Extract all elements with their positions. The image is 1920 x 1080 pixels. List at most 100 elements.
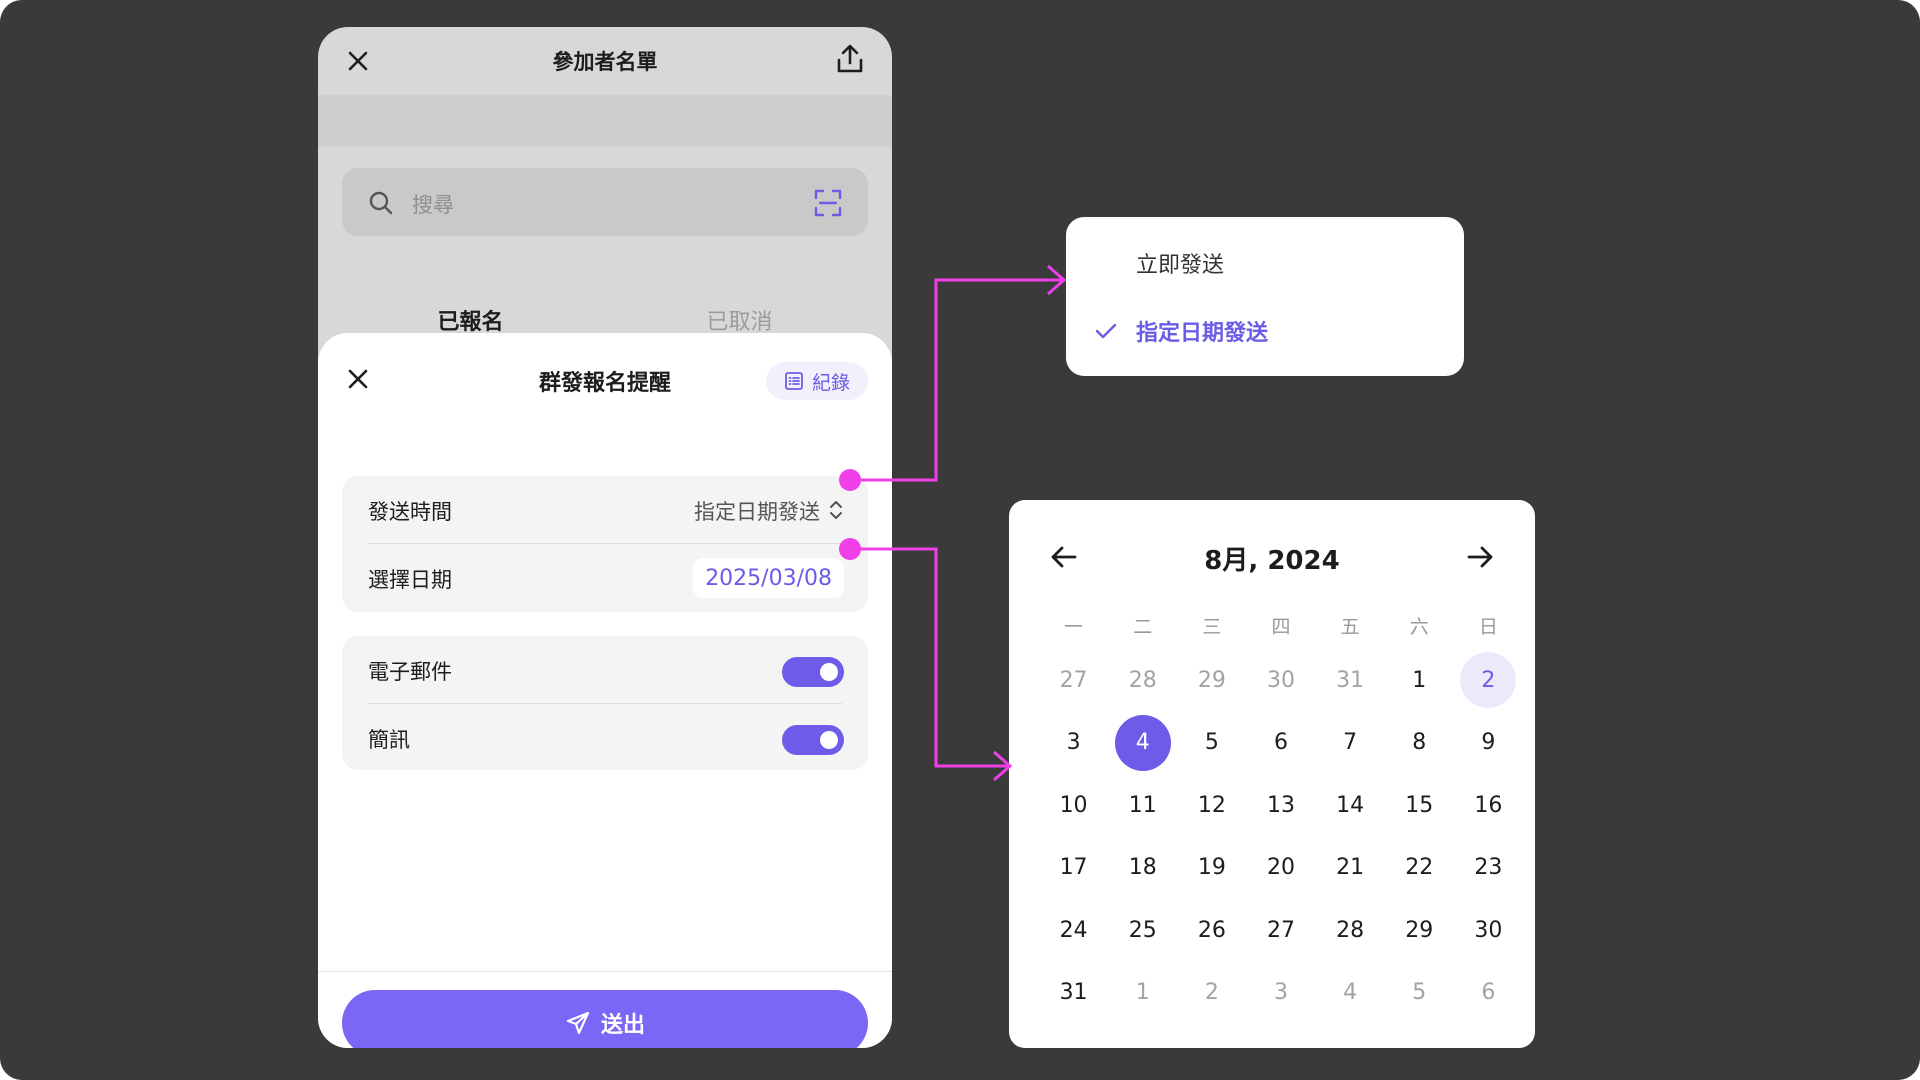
day-cell[interactable]: 28 bbox=[1322, 902, 1378, 958]
send-time-label: 發送時間 bbox=[368, 500, 452, 524]
scan-icon[interactable] bbox=[814, 189, 842, 217]
day-cell[interactable]: 21 bbox=[1322, 840, 1378, 896]
day-cell[interactable]: 14 bbox=[1322, 777, 1378, 833]
day-cell[interactable]: 27 bbox=[1253, 902, 1309, 958]
tab-cancelled[interactable]: 已取消 bbox=[611, 304, 868, 336]
day-cell[interactable]: 3 bbox=[1253, 965, 1309, 1021]
records-button[interactable]: 紀錄 bbox=[766, 362, 868, 400]
day-cell[interactable]: 5 bbox=[1184, 715, 1240, 771]
search-input[interactable]: 搜尋 bbox=[342, 168, 868, 236]
day-cell[interactable]: 25 bbox=[1115, 902, 1171, 958]
day-cell[interactable]: 24 bbox=[1046, 902, 1102, 958]
day-cell[interactable]: 1 bbox=[1391, 652, 1447, 708]
day-cell[interactable]: 31 bbox=[1046, 965, 1102, 1021]
send-time-row[interactable]: 發送時間 指定日期發送 bbox=[342, 476, 868, 544]
option-scheduled[interactable]: 指定日期發送 bbox=[1066, 301, 1464, 361]
day-cell[interactable]: 17 bbox=[1046, 840, 1102, 896]
day-cell[interactable]: 29 bbox=[1184, 652, 1240, 708]
calendar-header: 8月, 2024 bbox=[1009, 528, 1535, 584]
option-label: 指定日期發送 bbox=[1136, 321, 1269, 346]
day-cell[interactable]: 31 bbox=[1322, 652, 1378, 708]
share-icon[interactable] bbox=[832, 41, 868, 77]
day-cell[interactable]: 28 bbox=[1115, 652, 1171, 708]
weekday-label: 三 bbox=[1202, 616, 1222, 638]
day-cell[interactable]: 18 bbox=[1115, 840, 1171, 896]
weekday-label: 日 bbox=[1478, 616, 1498, 638]
day-cell[interactable]: 2 bbox=[1184, 965, 1240, 1021]
records-label: 紀錄 bbox=[811, 371, 850, 394]
day-cell[interactable]: 15 bbox=[1391, 777, 1447, 833]
day-cell[interactable]: 6 bbox=[1253, 715, 1309, 771]
month-title: 8月, 2024 bbox=[1204, 546, 1340, 576]
weekday-label: 四 bbox=[1271, 616, 1291, 638]
day-cell-selected[interactable]: 4 bbox=[1114, 714, 1171, 771]
option-label: 立即發送 bbox=[1136, 253, 1225, 278]
day-cell[interactable]: 5 bbox=[1391, 965, 1447, 1021]
canvas: 參加者名單 搜尋 已報名 已取消 群發報名提醒 紀錄 發送時間 指定日期發送 選… bbox=[0, 0, 1920, 1080]
day-cell[interactable]: 11 bbox=[1115, 777, 1171, 833]
day-cell[interactable]: 4 bbox=[1322, 965, 1378, 1021]
sheet-header: 群發報名提醒 紀錄 bbox=[318, 333, 892, 439]
email-row: 電子郵件 bbox=[342, 636, 868, 704]
day-cell[interactable]: 8 bbox=[1391, 715, 1447, 771]
tab-registered[interactable]: 已報名 bbox=[342, 304, 599, 336]
schedule-group: 發送時間 指定日期發送 選擇日期 2025/03/08 bbox=[342, 476, 868, 612]
select-date-label: 選擇日期 bbox=[368, 568, 452, 592]
search-placeholder: 搜尋 bbox=[412, 193, 454, 217]
sms-label: 簡訊 bbox=[368, 728, 410, 752]
bulk-reminder-sheet: 群發報名提醒 紀錄 發送時間 指定日期發送 選擇日期 2025/03/08 電子… bbox=[318, 333, 892, 1048]
list-icon bbox=[785, 372, 803, 390]
day-cell[interactable]: 20 bbox=[1253, 840, 1309, 896]
footer-divider bbox=[318, 971, 892, 972]
day-cell[interactable]: 1 bbox=[1115, 965, 1171, 1021]
weekday-label: 六 bbox=[1409, 616, 1429, 638]
day-cell[interactable]: 3 bbox=[1046, 715, 1102, 771]
arrowhead-dropdown bbox=[1047, 264, 1067, 296]
chevron-updown-icon bbox=[830, 501, 842, 519]
send-time-dropdown: 立即發送 指定日期發送 bbox=[1066, 217, 1464, 376]
day-cell[interactable]: 29 bbox=[1391, 902, 1447, 958]
day-cell[interactable]: 13 bbox=[1253, 777, 1309, 833]
day-cell[interactable]: 10 bbox=[1046, 777, 1102, 833]
day-cell[interactable]: 30 bbox=[1253, 652, 1309, 708]
sms-toggle[interactable] bbox=[782, 725, 844, 755]
close-icon[interactable] bbox=[342, 45, 374, 77]
sms-row: 簡訊 bbox=[342, 704, 868, 772]
weekday-label: 五 bbox=[1340, 616, 1360, 638]
day-cell[interactable]: 19 bbox=[1184, 840, 1240, 896]
email-toggle[interactable] bbox=[782, 657, 844, 687]
page-title: 參加者名單 bbox=[552, 50, 658, 74]
day-cell[interactable]: 12 bbox=[1184, 777, 1240, 833]
check-icon bbox=[1095, 323, 1117, 339]
arrowhead-calendar bbox=[993, 750, 1013, 782]
send-button[interactable]: 送出 bbox=[342, 990, 868, 1048]
day-cell[interactable]: 16 bbox=[1460, 777, 1516, 833]
channel-group: 電子郵件 簡訊 bbox=[342, 636, 868, 770]
send-icon bbox=[566, 1011, 590, 1035]
day-cell-today[interactable]: 2 bbox=[1460, 652, 1517, 708]
toggle-knob bbox=[820, 663, 838, 681]
send-label: 送出 bbox=[600, 1013, 645, 1038]
day-cell[interactable]: 26 bbox=[1184, 902, 1240, 958]
select-date-row: 選擇日期 2025/03/08 bbox=[342, 544, 868, 612]
day-cell[interactable]: 30 bbox=[1460, 902, 1516, 958]
weekday-row: 一二三四五六日 bbox=[1039, 612, 1523, 648]
weekday-label: 一 bbox=[1064, 616, 1084, 638]
weekday-label: 二 bbox=[1133, 616, 1153, 638]
day-cell[interactable]: 6 bbox=[1460, 965, 1516, 1021]
phone-screen: 參加者名單 搜尋 已報名 已取消 群發報名提醒 紀錄 發送時間 指定日期發送 選… bbox=[318, 27, 892, 1048]
day-cell[interactable]: 27 bbox=[1046, 652, 1102, 708]
day-cell[interactable]: 9 bbox=[1460, 715, 1516, 771]
email-label: 電子郵件 bbox=[368, 660, 452, 684]
toggle-knob bbox=[820, 731, 838, 749]
day-cell[interactable]: 23 bbox=[1460, 840, 1516, 896]
day-cell[interactable]: 7 bbox=[1322, 715, 1378, 771]
send-time-value[interactable]: 指定日期發送 bbox=[694, 496, 820, 526]
day-grid: 27 28 29 30 31 1 2 3 4 5 6 7 8 9 10 11 12 13 14 15 16 17 18 19 2… bbox=[1039, 652, 1523, 1028]
day-cell[interactable]: 22 bbox=[1391, 840, 1447, 896]
date-picker: 8月, 2024 一二三四五六日 27 28 29 30 31 1 2 3 4 5 6 7 8 9 10 11… bbox=[1009, 500, 1535, 1048]
option-send-now[interactable]: 立即發送 bbox=[1066, 233, 1464, 293]
search-icon bbox=[369, 191, 393, 215]
arrow-right-icon[interactable] bbox=[1463, 540, 1497, 574]
date-field[interactable]: 2025/03/08 bbox=[693, 558, 844, 598]
